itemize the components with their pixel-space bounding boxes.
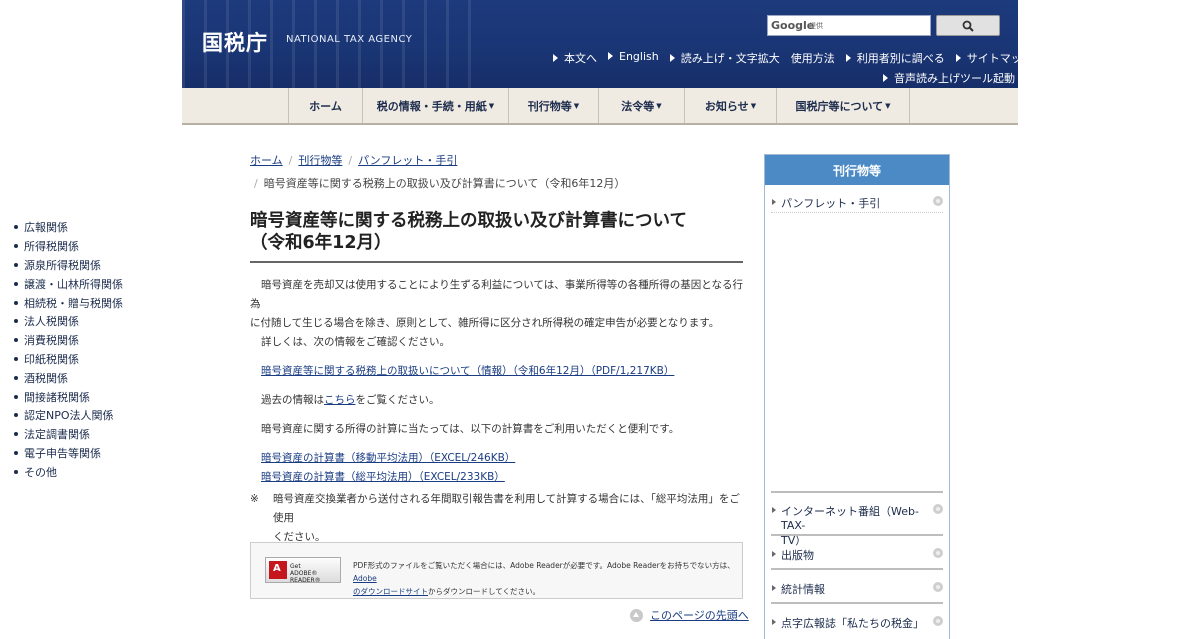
triangle-right-icon bbox=[772, 199, 776, 205]
breadcrumb-pamphlets[interactable]: パンフレット・手引 bbox=[358, 152, 457, 168]
voice-tool-link[interactable]: 音声読み上げツール起動 bbox=[883, 70, 1015, 86]
sidebar-pamphlet-list: 広報関係 所得税関係 源泉所得税関係 譲渡・山林所得関係 相続税・贈与税関係 法… bbox=[14, 218, 123, 481]
past-info-link[interactable]: こちら bbox=[324, 394, 356, 406]
arrow-right-icon bbox=[608, 52, 613, 60]
breadcrumb-home[interactable]: ホーム bbox=[250, 152, 283, 168]
breadcrumb: ホーム / 刊行物等 / パンフレット・手引 / 暗号資産等に関する税務上の取扱い… bbox=[250, 152, 626, 191]
circle-toggle-icon[interactable] bbox=[933, 196, 943, 206]
sidebar-item-pr[interactable]: 広報関係 bbox=[14, 218, 123, 237]
triangle-right-icon bbox=[772, 507, 776, 513]
triangle-right-icon bbox=[772, 585, 776, 591]
sidebar-item-income-tax[interactable]: 所得税関係 bbox=[14, 237, 123, 256]
gnav-home[interactable]: ホーム bbox=[288, 88, 362, 123]
circle-toggle-icon[interactable] bbox=[933, 616, 943, 626]
gnav-about[interactable]: 国税庁等について ▼ bbox=[776, 88, 910, 123]
util-link-byuser[interactable]: 利用者別に調べる bbox=[845, 50, 945, 66]
util-link-english[interactable]: English bbox=[608, 50, 659, 66]
util-link-howto[interactable]: 使用方法 bbox=[791, 50, 835, 66]
circle-toggle-icon[interactable] bbox=[933, 504, 943, 514]
util-link-skip[interactable]: 本文へ bbox=[553, 50, 597, 66]
page-title: 暗号資産等に関する税務上の取扱い及び計算書について （令和6年12月） bbox=[250, 210, 743, 263]
breadcrumb-current: 暗号資産等に関する税務上の取扱い及び計算書について（令和6年12月） bbox=[263, 177, 626, 190]
triangle-right-icon bbox=[772, 619, 776, 625]
caret-down-icon: ▼ bbox=[656, 101, 662, 110]
calc-moving-average-link[interactable]: 暗号資産の計算書（移動平均法用）（EXCEL/246KB） bbox=[261, 452, 515, 464]
gnav-publications[interactable]: 刊行物等 ▼ bbox=[508, 88, 598, 123]
caret-down-icon: ▼ bbox=[573, 101, 580, 110]
caret-down-icon: ▼ bbox=[885, 101, 891, 110]
adobe-reader-box: A Get ADOBE® READER® PDF形式のファイルをご覧いただく場合に… bbox=[250, 542, 743, 599]
page-top-link[interactable]: このページの先頭へ bbox=[630, 607, 749, 623]
sidebar-section-webtv[interactable]: インターネット番組（Web-TAX- TV） bbox=[771, 503, 943, 548]
sidebar-section-pamphlets[interactable]: パンフレット・手引 bbox=[771, 195, 943, 211]
search-provider-label: 提供 bbox=[809, 22, 823, 30]
sidebar-title[interactable]: 刊行物等 bbox=[765, 155, 949, 185]
caret-down-icon: ▼ bbox=[488, 101, 495, 110]
info-pdf-link[interactable]: 暗号資産等に関する税務上の取扱いについて（情報）（令和6年12月）（PDF/1,… bbox=[261, 365, 674, 377]
sidebar-item-npo[interactable]: 認定NPO法人関係 bbox=[14, 406, 123, 425]
site-logo-title[interactable]: 国税庁 bbox=[202, 27, 268, 57]
sidebar-item-efiling[interactable]: 電子申告等関係 bbox=[14, 444, 123, 463]
search-input[interactable]: Google 提供 bbox=[767, 15, 931, 36]
arrow-right-icon bbox=[669, 54, 675, 62]
arrow-right-icon bbox=[845, 54, 851, 62]
sidebar-section-publications[interactable]: 出版物 bbox=[771, 547, 943, 563]
arrow-right-icon bbox=[553, 54, 558, 62]
sidebar-item-transfer[interactable]: 譲渡・山林所得関係 bbox=[14, 274, 123, 293]
caret-down-icon: ▼ bbox=[750, 101, 757, 110]
gnav-tax-info[interactable]: 税の情報・手続・用紙 ▼ bbox=[362, 88, 508, 123]
sidebar-item-consumption[interactable]: 消費税関係 bbox=[14, 331, 123, 350]
sidebar-item-indirect[interactable]: 間接諸税関係 bbox=[14, 387, 123, 406]
sidebar: 刊行物等 パンフレット・手引 インターネット番組（Web-TAX- TV） 出版物… bbox=[764, 154, 950, 639]
sidebar-item-stamp[interactable]: 印紙税関係 bbox=[14, 350, 123, 369]
global-nav: ホーム 税の情報・手続・用紙 ▼ 刊行物等 ▼ 法令等 ▼ お知らせ ▼ 国税庁等につい… bbox=[182, 88, 1018, 125]
sidebar-section-statistics[interactable]: 統計情報 bbox=[771, 581, 943, 597]
sidebar-item-inheritance[interactable]: 相続税・贈与税関係 bbox=[14, 293, 123, 312]
gnav-news[interactable]: お知らせ ▼ bbox=[684, 88, 776, 123]
circle-toggle-icon[interactable] bbox=[933, 582, 943, 592]
sidebar-item-withholding[interactable]: 源泉所得税関係 bbox=[14, 256, 123, 275]
arrow-right-icon bbox=[955, 54, 961, 62]
adobe-logo-icon: A bbox=[269, 561, 287, 579]
sidebar-item-liquor[interactable]: 酒税関係 bbox=[14, 368, 123, 387]
site-header: 国税庁 NATIONAL TAX AGENCY Google 提供 本文へ En… bbox=[182, 0, 1018, 88]
arrow-right-icon bbox=[883, 74, 888, 82]
site-logo-subtitle[interactable]: NATIONAL TAX AGENCY bbox=[286, 34, 412, 45]
calc-total-average-link[interactable]: 暗号資産の計算書（総平均法用）（EXCEL/233KB） bbox=[261, 471, 505, 483]
sidebar-item-statutory[interactable]: 法定調書関係 bbox=[14, 425, 123, 444]
search-button[interactable] bbox=[936, 15, 1000, 36]
circle-toggle-icon[interactable] bbox=[933, 548, 943, 558]
sidebar-item-other[interactable]: その他 bbox=[14, 462, 123, 481]
util-link-readaloud[interactable]: 読み上げ・文字拡大 bbox=[669, 50, 780, 66]
sidebar-item-corporate[interactable]: 法人税関係 bbox=[14, 312, 123, 331]
calc-intro: 暗号資産に関する所得の計算に当たっては、以下の計算書をご利用いただくと便利です。 bbox=[261, 423, 680, 435]
main-content: 暗号資産を売却又は使用することにより生ずる利益については、事業所得等の各種所得の… bbox=[250, 276, 743, 547]
intro-paragraph: 暗号資産を売却又は使用することにより生ずる利益については、事業所得等の各種所得の… bbox=[250, 279, 743, 348]
adobe-link[interactable]: Adobe bbox=[353, 574, 377, 583]
get-adobe-reader-button[interactable]: A Get ADOBE® READER® bbox=[265, 557, 341, 584]
arrow-up-icon bbox=[630, 608, 643, 622]
utility-nav: 本文へ English 読み上げ・文字拡大 使用方法 利用者別に調べる サイトマ… bbox=[553, 50, 1018, 66]
adobe-download-link[interactable]: のダウンロードサイト bbox=[353, 587, 428, 596]
sidebar-section-braille[interactable]: 点字広報誌「私たちの税金」 bbox=[771, 615, 943, 631]
google-logo: Google bbox=[771, 19, 815, 32]
note: ※ 暗号資産交換業者から送付される年間取引報告書を利用して計算する場合には、「総… bbox=[250, 493, 740, 543]
gnav-laws[interactable]: 法令等 ▼ bbox=[598, 88, 684, 123]
breadcrumb-publications[interactable]: 刊行物等 bbox=[298, 152, 342, 168]
search-icon bbox=[962, 20, 974, 32]
adobe-description: PDF形式のファイルをご覧いただく場合には、Adobe Readerが必要です。… bbox=[353, 561, 735, 596]
util-link-sitemap[interactable]: サイトマップ bbox=[955, 50, 1018, 66]
triangle-right-icon bbox=[772, 551, 776, 557]
